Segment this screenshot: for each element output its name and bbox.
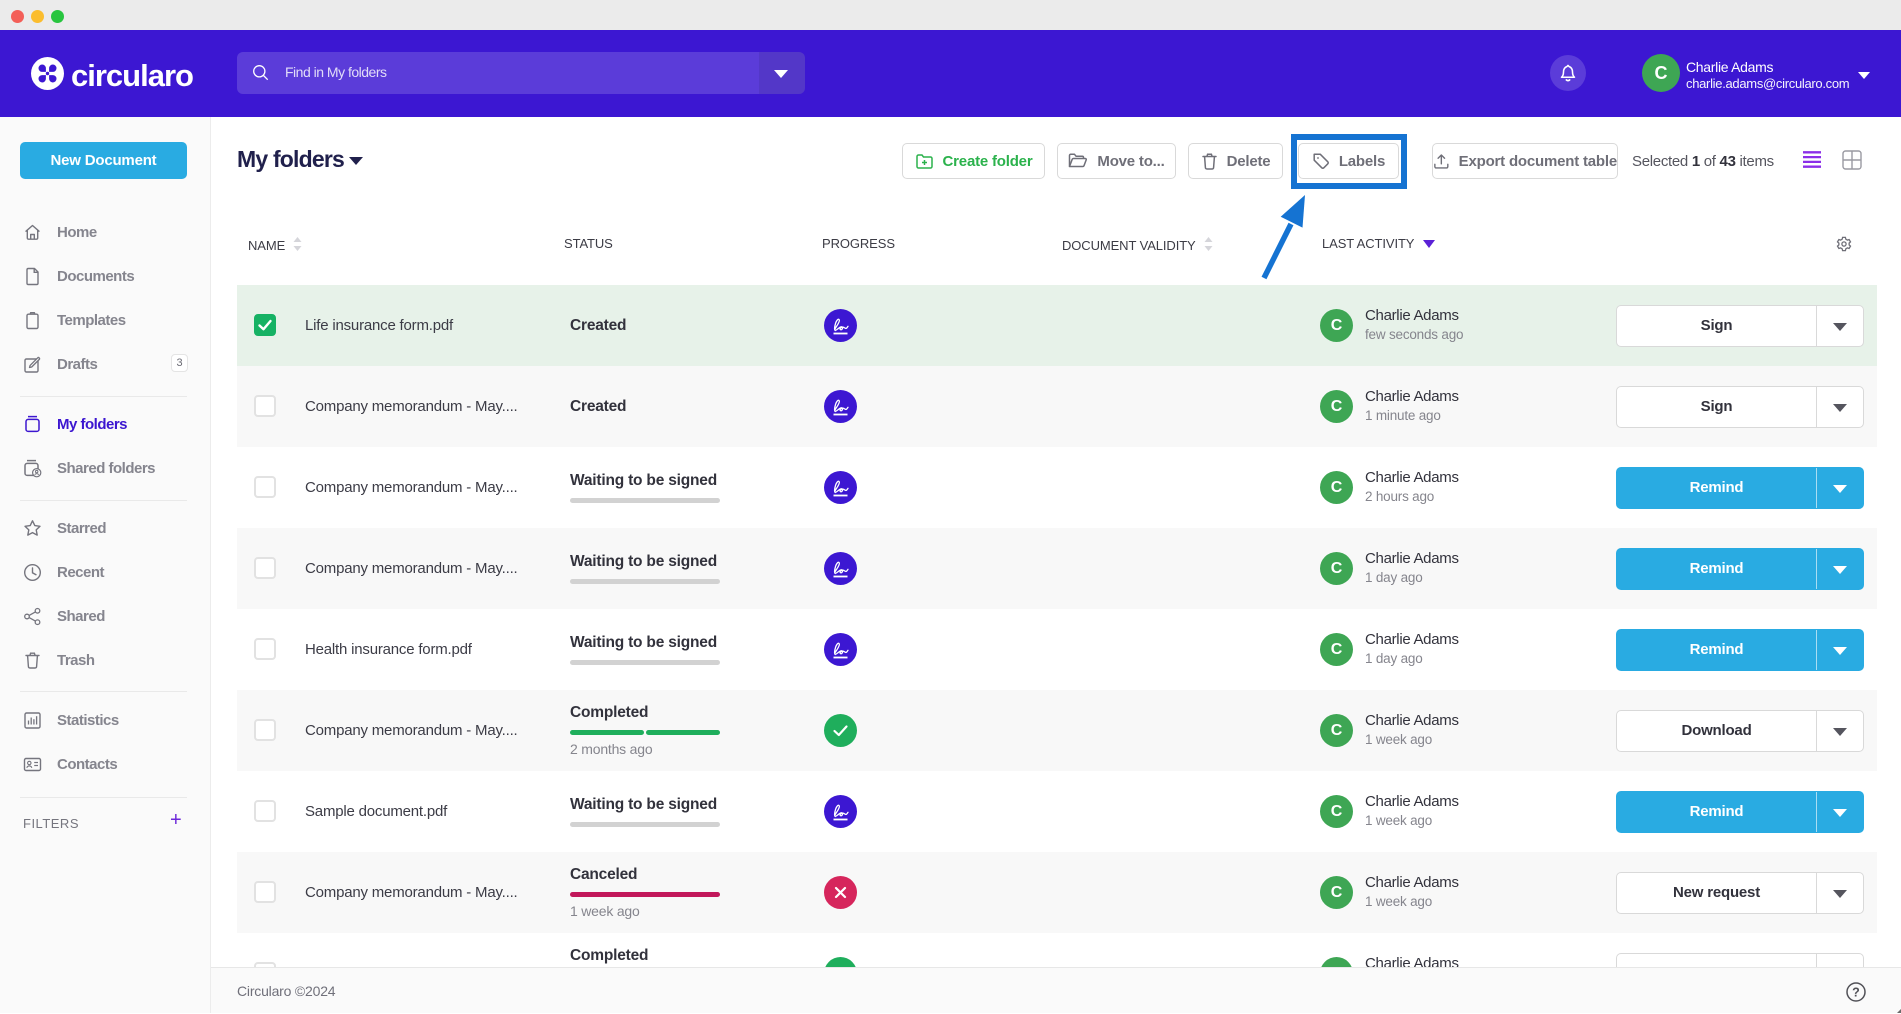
svg-text:?: ?: [1852, 986, 1860, 1000]
